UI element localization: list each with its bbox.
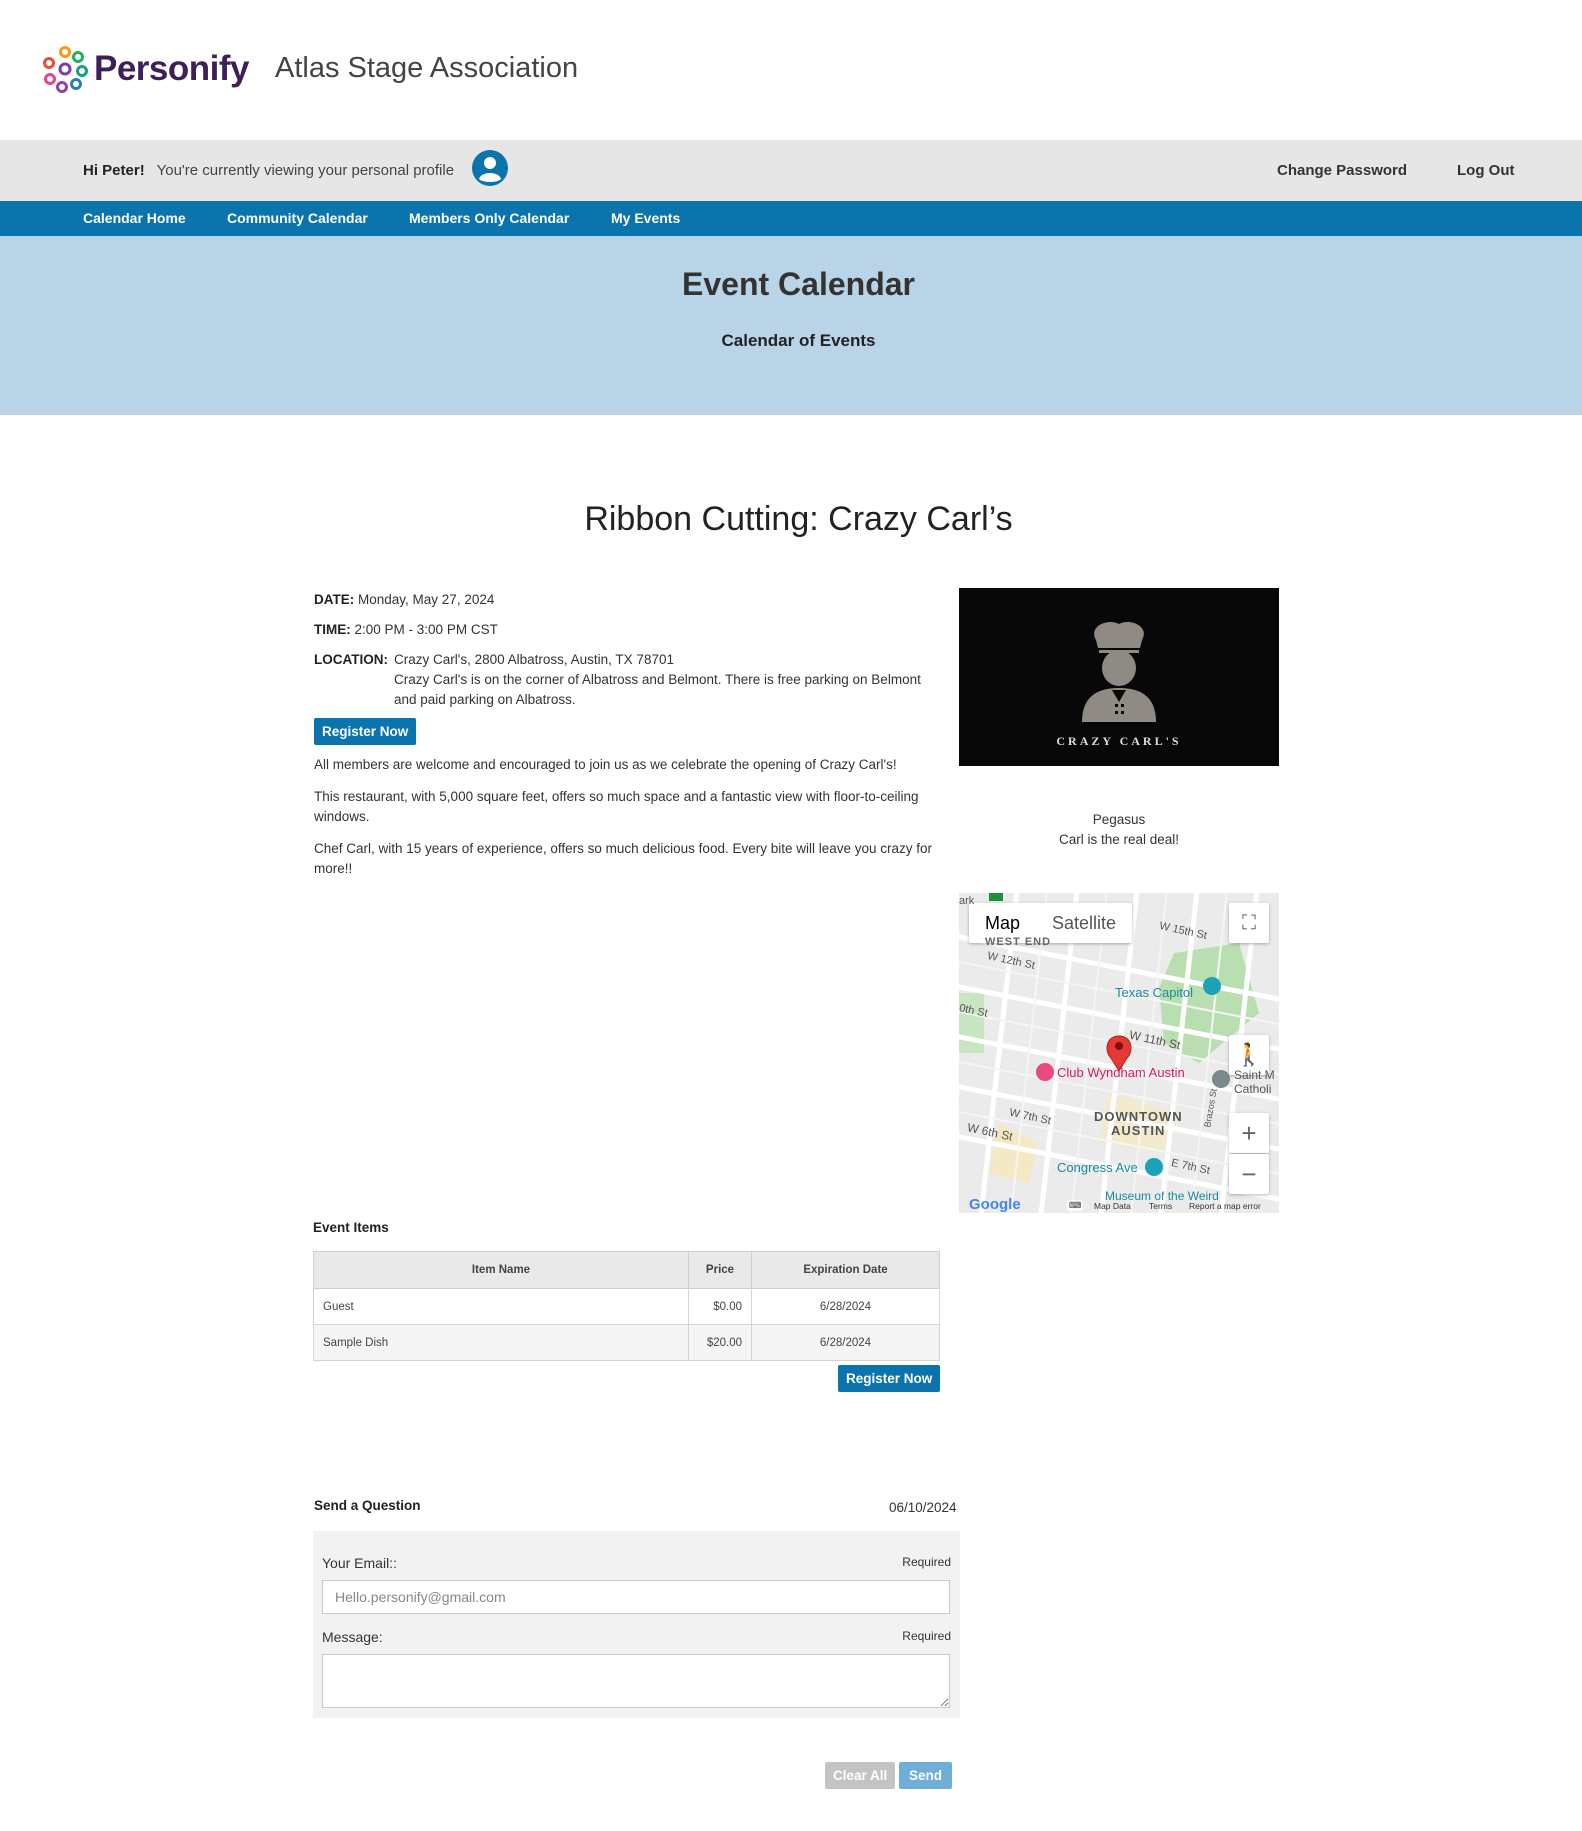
flower-logo-icon bbox=[43, 46, 88, 93]
nav-community-calendar[interactable]: Community Calendar bbox=[227, 210, 368, 226]
keyboard-icon[interactable]: ⌨ bbox=[1067, 1200, 1084, 1211]
event-title: Ribbon Cutting: Crazy Carl’s bbox=[584, 500, 1013, 538]
map-poi-saint[interactable]: Saint M bbox=[1234, 1068, 1275, 1082]
event-items-table: Item Name Price Expiration Date Guest $0… bbox=[313, 1251, 940, 1361]
map-poi-catholic[interactable]: Catholi bbox=[1234, 1082, 1271, 1096]
question-date: 06/10/2024 bbox=[889, 1500, 957, 1515]
zoom-in-icon[interactable]: + bbox=[1229, 1113, 1269, 1153]
map-terms-link[interactable]: Terms bbox=[1149, 1201, 1172, 1211]
map-poi-congress-ave[interactable]: Congress Ave bbox=[1057, 1160, 1138, 1175]
nav-my-events[interactable]: My Events bbox=[611, 210, 680, 226]
event-description-3: Chef Carl, with 15 years of experience, … bbox=[314, 841, 933, 876]
table-row: Sample Dish $20.00 6/28/2024 bbox=[313, 1324, 940, 1361]
location-label: LOCATION: bbox=[314, 652, 388, 667]
nav-calendar-home[interactable]: Calendar Home bbox=[83, 210, 186, 226]
event-location: LOCATION: Crazy Carl's, 2800 Albatross, … bbox=[314, 650, 944, 710]
item-name: Sample Dish bbox=[313, 1324, 689, 1361]
message-label: Message: bbox=[322, 1629, 383, 1645]
page-title: Event Calendar bbox=[682, 266, 915, 302]
time-label: TIME: bbox=[314, 622, 351, 637]
email-field[interactable] bbox=[322, 1580, 950, 1614]
item-name: Guest bbox=[313, 1288, 689, 1325]
time-value: 2:00 PM - 3:00 PM CST bbox=[354, 622, 498, 637]
location-directions: Crazy Carl's is on the corner of Albatro… bbox=[394, 672, 921, 707]
message-required: Required bbox=[902, 1629, 951, 1643]
image-brand-text: CRAZY CARL'S bbox=[1056, 734, 1182, 748]
event-items-title: Event Items bbox=[313, 1220, 389, 1235]
message-field[interactable] bbox=[322, 1654, 950, 1708]
date-label: DATE: bbox=[314, 592, 355, 607]
register-now-button-items[interactable]: Register Now bbox=[838, 1365, 941, 1392]
logo-text: Personify bbox=[94, 49, 250, 88]
location-address: Crazy Carl's, 2800 Albatross, Austin, TX… bbox=[394, 652, 674, 667]
register-now-button[interactable]: Register Now bbox=[314, 718, 417, 745]
event-image: CRAZY CARL'S bbox=[959, 588, 1279, 766]
email-required: Required bbox=[902, 1555, 951, 1569]
google-logo: Google bbox=[969, 1196, 1021, 1213]
org-name: Atlas Stage Association bbox=[275, 52, 579, 84]
item-price: $20.00 bbox=[688, 1324, 752, 1361]
event-description-1: All members are welcome and encouraged t… bbox=[314, 757, 897, 772]
nav-members-only-calendar[interactable]: Members Only Calendar bbox=[409, 210, 569, 226]
map-data-link[interactable]: Map Data bbox=[1094, 1201, 1131, 1211]
col-item-name[interactable]: Item Name bbox=[313, 1251, 689, 1289]
question-form: Your Email:: Required Message: Required bbox=[313, 1531, 960, 1718]
image-caption: Pegasus Carl is the real deal! bbox=[959, 810, 1279, 850]
date-value: Monday, May 27, 2024 bbox=[358, 592, 495, 607]
fullscreen-icon[interactable]: ⛶ bbox=[1229, 903, 1269, 943]
change-password-link[interactable]: Change Password bbox=[1277, 162, 1407, 179]
personify-logo[interactable]: Personify bbox=[40, 44, 250, 94]
calendar-banner: Event Calendar Calendar of Events bbox=[0, 236, 1582, 415]
chef-icon bbox=[1082, 621, 1156, 722]
greeting: Hi Peter! You're currently viewing your … bbox=[83, 162, 454, 179]
map-footer: Google ⌨ Map Data Terms Report a map err… bbox=[959, 1196, 1279, 1213]
col-price[interactable]: Price bbox=[688, 1251, 752, 1289]
profile-bar: Hi Peter! You're currently viewing your … bbox=[0, 140, 1582, 201]
item-expiration: 6/28/2024 bbox=[751, 1288, 940, 1325]
main-nav: Calendar Home Community Calendar Members… bbox=[0, 201, 1582, 236]
map-label-west-end: WEST END bbox=[985, 936, 1052, 948]
zoom-out-icon[interactable]: − bbox=[1229, 1154, 1269, 1194]
greeting-name: Hi Peter! bbox=[83, 162, 145, 179]
map-report-link[interactable]: Report a map error bbox=[1189, 1201, 1261, 1211]
page-subtitle: Calendar of Events bbox=[721, 331, 876, 350]
log-out-link[interactable]: Log Out bbox=[1457, 162, 1514, 179]
item-price: $0.00 bbox=[688, 1288, 752, 1325]
map-label-downtown: DOWNTOWN bbox=[1094, 1109, 1183, 1124]
event-time: TIME: 2:00 PM - 3:00 PM CST bbox=[314, 620, 944, 640]
event-details: DATE: Monday, May 27, 2024 TIME: 2:00 PM… bbox=[314, 590, 944, 891]
send-button[interactable]: Send bbox=[899, 1762, 953, 1789]
event-map[interactable]: Map Satellite ⛶ 🚶 + − WEST END W 12th St… bbox=[959, 893, 1279, 1213]
map-poi-texas-capitol[interactable]: Texas Capitol bbox=[1115, 985, 1193, 1000]
send-question-title: Send a Question bbox=[314, 1498, 421, 1513]
email-label: Your Email:: bbox=[322, 1555, 397, 1571]
col-expiration-date[interactable]: Expiration Date bbox=[751, 1251, 940, 1289]
event-date: DATE: Monday, May 27, 2024 bbox=[314, 590, 944, 610]
caption-text: Carl is the real deal! bbox=[1058, 832, 1180, 847]
caption-name: Pegasus bbox=[1092, 812, 1146, 827]
map-poi-club-wyndham[interactable]: Club Wyndham Austin bbox=[1057, 1065, 1185, 1080]
event-description-2: This restaurant, with 5,000 square feet,… bbox=[314, 789, 919, 824]
location-value: Crazy Carl's, 2800 Albatross, Austin, TX… bbox=[394, 650, 944, 710]
viewing-text: You're currently viewing your personal p… bbox=[156, 162, 455, 179]
table-row: Guest $0.00 6/28/2024 bbox=[313, 1288, 940, 1325]
item-expiration: 6/28/2024 bbox=[751, 1324, 940, 1361]
map-label-ark: ark bbox=[959, 895, 975, 907]
user-avatar-icon[interactable] bbox=[471, 149, 509, 187]
map-label-austin: AUSTIN bbox=[1111, 1123, 1166, 1138]
clear-all-button[interactable]: Clear All bbox=[825, 1762, 896, 1789]
